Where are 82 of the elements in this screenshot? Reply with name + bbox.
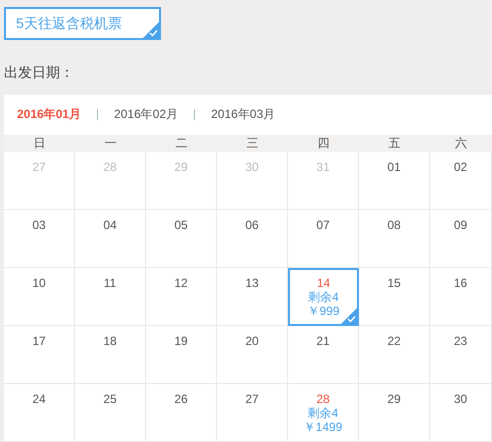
day-number: 03 bbox=[32, 218, 46, 232]
calendar-day[interactable]: 13 bbox=[217, 268, 288, 326]
day-number: 14 bbox=[316, 276, 330, 290]
calendar-day[interactable]: 14 剩余4 ￥999 bbox=[288, 268, 359, 326]
day-number: 24 bbox=[32, 392, 46, 406]
day-number: 19 bbox=[174, 334, 188, 348]
calendar-day[interactable]: 29 bbox=[359, 384, 430, 442]
calendar-day[interactable]: 17 bbox=[4, 326, 75, 384]
day-number: 25 bbox=[103, 392, 117, 406]
calendar-day[interactable]: 03 bbox=[4, 210, 75, 268]
day-number: 01 bbox=[387, 160, 401, 174]
calendar-day[interactable]: 23 bbox=[430, 326, 492, 384]
calendar-day[interactable]: 20 bbox=[217, 326, 288, 384]
calendar-day[interactable]: 07 bbox=[288, 210, 359, 268]
day-number: 26 bbox=[174, 392, 188, 406]
calendar-day[interactable]: 21 bbox=[288, 326, 359, 384]
day-number: 22 bbox=[387, 334, 401, 348]
day-number: 15 bbox=[387, 276, 401, 290]
calendar-day[interactable]: 01 bbox=[359, 152, 430, 210]
check-corner-icon bbox=[341, 308, 357, 324]
calendar-day[interactable]: 24 bbox=[4, 384, 75, 442]
weekday-header: 五 bbox=[359, 135, 430, 152]
day-number: 29 bbox=[174, 160, 188, 174]
calendar-day[interactable]: 08 bbox=[359, 210, 430, 268]
day-number: 07 bbox=[316, 218, 330, 232]
calendar-day[interactable]: 19 bbox=[146, 326, 217, 384]
departure-date-label: 出发日期： bbox=[3, 63, 75, 82]
month-tab[interactable]: 2016年03月 bbox=[194, 109, 292, 120]
calendar-day[interactable]: 26 bbox=[146, 384, 217, 442]
day-number: 17 bbox=[32, 334, 46, 348]
day-number: 10 bbox=[32, 276, 46, 290]
calendar-day[interactable]: 02 bbox=[430, 152, 492, 210]
seats-remaining: 剩余4 bbox=[308, 290, 339, 304]
calendar-day[interactable]: 15 bbox=[359, 268, 430, 326]
day-number: 16 bbox=[454, 276, 468, 290]
day-number: 04 bbox=[103, 218, 117, 232]
day-number: 08 bbox=[387, 218, 401, 232]
calendar-day[interactable]: 04 bbox=[75, 210, 146, 268]
day-number: 28 bbox=[316, 392, 330, 406]
weekday-header: 一 bbox=[75, 135, 146, 152]
day-number: 09 bbox=[454, 218, 468, 232]
day-number: 23 bbox=[454, 334, 468, 348]
calendar-day[interactable]: 27 bbox=[217, 384, 288, 442]
calendar-day[interactable]: 10 bbox=[4, 268, 75, 326]
day-number: 27 bbox=[32, 160, 46, 174]
check-corner-icon bbox=[143, 22, 159, 38]
calendar-day[interactable]: 16 bbox=[430, 268, 492, 326]
calendar-day[interactable]: 06 bbox=[217, 210, 288, 268]
weekday-header: 六 bbox=[430, 135, 492, 152]
day-number: 06 bbox=[245, 218, 259, 232]
day-number: 29 bbox=[387, 392, 401, 406]
day-number: 20 bbox=[245, 334, 259, 348]
price-label: ￥1499 bbox=[304, 420, 342, 434]
calendar-day[interactable]: 11 bbox=[75, 268, 146, 326]
month-tab[interactable]: 2016年02月 bbox=[97, 109, 194, 120]
seats-remaining: 剩余4 bbox=[308, 406, 338, 420]
day-number: 05 bbox=[174, 218, 188, 232]
price-label: ￥999 bbox=[307, 304, 340, 318]
day-number: 31 bbox=[316, 160, 330, 174]
month-tab[interactable]: 2016年01月 bbox=[17, 109, 98, 120]
calendar-day[interactable]: 18 bbox=[75, 326, 146, 384]
calendar-day[interactable]: 12 bbox=[146, 268, 217, 326]
day-number: 27 bbox=[245, 392, 259, 406]
day-number: 30 bbox=[454, 392, 468, 406]
weekday-header: 三 bbox=[217, 135, 288, 152]
calendar-day[interactable]: 09 bbox=[430, 210, 492, 268]
calendar-day[interactable]: 05 bbox=[146, 210, 217, 268]
day-number: 21 bbox=[316, 334, 330, 348]
day-number: 02 bbox=[454, 160, 468, 174]
weekday-header: 日 bbox=[4, 135, 75, 152]
day-number: 11 bbox=[104, 276, 116, 290]
calendar-day[interactable]: 22 bbox=[359, 326, 430, 384]
calendar-day[interactable]: 25 bbox=[75, 384, 146, 442]
day-number: 13 bbox=[245, 276, 259, 290]
calendar-day[interactable]: 30 bbox=[430, 384, 492, 442]
weekday-header: 四 bbox=[288, 135, 359, 152]
weekday-header: 二 bbox=[146, 135, 217, 152]
day-number: 28 bbox=[103, 160, 117, 174]
day-number: 30 bbox=[245, 160, 259, 174]
day-number: 18 bbox=[103, 334, 117, 348]
day-number: 12 bbox=[174, 276, 188, 290]
calendar-day[interactable]: 28 剩余4 ￥1499 bbox=[288, 384, 359, 442]
